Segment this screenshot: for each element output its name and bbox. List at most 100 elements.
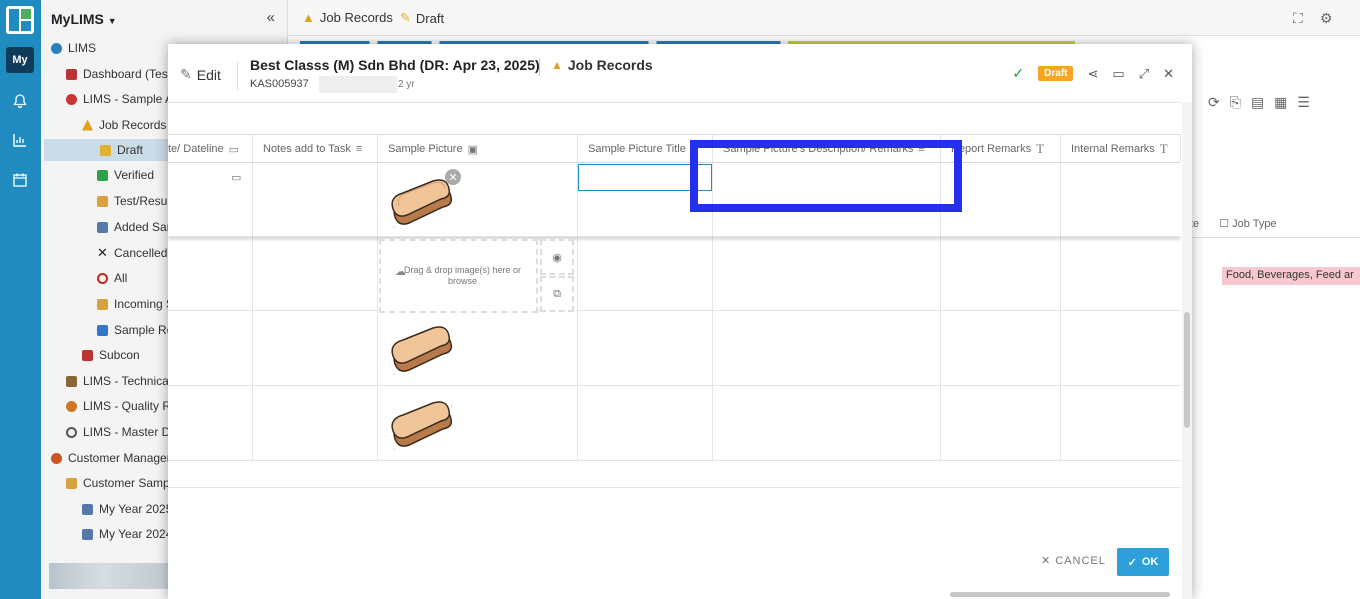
sidebar-item-added-samples[interactable]: Added Sam bbox=[97, 216, 177, 238]
bar-chart-icon bbox=[82, 503, 93, 515]
vertical-scrollbar[interactable] bbox=[1182, 102, 1192, 599]
bar-chart-icon bbox=[82, 528, 93, 540]
org-chart-icon[interactable]: ⛶ bbox=[1293, 10, 1303, 27]
column-sample-picture[interactable]: Sample Picture ▣ bbox=[378, 135, 578, 163]
checklist-icon[interactable]: ☰ bbox=[1297, 94, 1310, 111]
check-circle-icon: ✓ bbox=[1012, 65, 1025, 81]
check-icon: ✓ bbox=[1127, 556, 1137, 569]
share-icon[interactable]: ⋖ bbox=[1087, 66, 1098, 82]
sidebar-item-all[interactable]: All bbox=[97, 267, 127, 289]
sidebar-item-draft[interactable]: Draft bbox=[44, 139, 168, 161]
table-row[interactable] bbox=[168, 311, 1181, 386]
camera-icon: ◉ bbox=[552, 251, 562, 264]
table-row[interactable] bbox=[168, 386, 1181, 461]
sidebar-item-dashboard[interactable]: Dashboard (Testi bbox=[66, 63, 174, 85]
top-bar: ▲ Job Records ✎ Draft ⛶ ⚙ bbox=[288, 0, 1360, 36]
image-icon bbox=[97, 221, 108, 233]
collapse-sidebar-icon[interactable]: « bbox=[267, 9, 275, 26]
grid-header: te/ Dateline ▭ Notes add to Task ≡ Sample … bbox=[168, 135, 1181, 163]
chevron-down-icon: ▼ bbox=[107, 16, 117, 26]
sidebar-item-sample-report[interactable]: Sample Re bbox=[97, 319, 173, 341]
magnet-icon bbox=[66, 93, 77, 105]
tools-icon bbox=[66, 375, 77, 387]
paste-button[interactable]: ⧉ bbox=[540, 276, 574, 312]
sidebar-item-master-data[interactable]: LIMS - Master Da bbox=[66, 421, 177, 443]
my-workspace-button[interactable]: My bbox=[6, 47, 34, 73]
edit-label: ✎ Edit bbox=[180, 66, 221, 83]
calendar-icon: ▭ bbox=[228, 143, 240, 156]
horizontal-scrollbar[interactable] bbox=[168, 589, 1181, 599]
modal-actions: ✓ Draft ⋖ ▭ ⤢ ✕ bbox=[1012, 65, 1174, 82]
sidebar-item-cancelled[interactable]: ✕ Cancelled bbox=[97, 242, 167, 264]
chart-icon[interactable] bbox=[11, 131, 29, 149]
app-title[interactable]: MyLIMS ▼ bbox=[51, 11, 117, 27]
copy-icon: ⧉ bbox=[553, 287, 561, 300]
refresh-icon[interactable]: ⟳ bbox=[1208, 94, 1220, 111]
ok-button[interactable]: ✓ OK bbox=[1117, 548, 1169, 576]
edit-modal: ✎ Edit Best Classs (M) Sdn Bhd (DR: Apr 2… bbox=[168, 44, 1192, 599]
comment-icon[interactable]: ▭ bbox=[1112, 66, 1124, 82]
calendar-icon[interactable] bbox=[11, 171, 29, 189]
calendar-add-icon[interactable]: ▦ bbox=[1274, 94, 1287, 111]
globe-icon bbox=[51, 42, 62, 54]
sidebar-item-my-year-2025[interactable]: My Year 2025 bbox=[82, 498, 172, 520]
sidebar-item-lims[interactable]: LIMS bbox=[51, 37, 96, 59]
draft-icon bbox=[100, 144, 111, 156]
gear-icon[interactable]: ⚙ bbox=[1320, 10, 1333, 27]
chart-icon[interactable]: ▤ bbox=[1251, 94, 1264, 111]
sidebar-item-subcon[interactable]: Subcon bbox=[82, 344, 140, 366]
table-row[interactable] bbox=[168, 237, 1181, 311]
sidebar-item-my-year-2024[interactable]: My Year 2024 bbox=[82, 523, 172, 545]
text-type-icon: T bbox=[1159, 141, 1168, 156]
status-badge: Draft bbox=[1038, 66, 1074, 81]
column-internal-remarks[interactable]: Internal Remarks T bbox=[1061, 135, 1181, 163]
job-type-chip: Food, Beverages, Feed ar bbox=[1222, 267, 1360, 285]
column-dateline[interactable]: te/ Dateline ▭ bbox=[168, 135, 253, 163]
sidebar-item-quality[interactable]: LIMS - Quality Re bbox=[66, 395, 178, 417]
text-type-icon: T bbox=[1036, 141, 1045, 156]
camera-button[interactable]: ◉ bbox=[540, 239, 574, 275]
expand-icon[interactable]: ⤢ bbox=[1139, 66, 1149, 82]
column-notes[interactable]: Notes add to Task ≡ bbox=[253, 135, 378, 163]
job-records-icon bbox=[82, 119, 93, 131]
background-table-header: te ☐ Job Type bbox=[1186, 210, 1360, 238]
job-records-icon: ▲ bbox=[302, 10, 315, 25]
export-icon[interactable]: ⎘ bbox=[1230, 94, 1241, 111]
sidebar-item-job-records[interactable]: Job Records bbox=[82, 114, 166, 136]
sidebar-item-test-results[interactable]: Test/Resul bbox=[97, 190, 170, 212]
text-lines-icon: ≡ bbox=[355, 143, 363, 155]
bell-icon[interactable] bbox=[11, 92, 29, 110]
image-icon: ▣ bbox=[467, 143, 478, 156]
module-label: ▲ Job Records bbox=[551, 57, 653, 73]
scroll-icon bbox=[97, 195, 108, 207]
close-icon: ✕ bbox=[97, 245, 108, 260]
sidebar-item-incoming-samples[interactable]: Incoming S bbox=[97, 293, 174, 315]
sample-picture-bread[interactable] bbox=[383, 320, 461, 380]
left-rail: My bbox=[0, 0, 41, 599]
report-icon bbox=[97, 324, 108, 336]
sidebar-item-customer-sample[interactable]: Customer Sample bbox=[66, 472, 179, 494]
breadcrumb-job-records[interactable]: ▲ Job Records bbox=[302, 10, 393, 25]
sidebar-item-technical[interactable]: LIMS - Technical bbox=[66, 370, 171, 392]
remove-image-button[interactable]: ✕ bbox=[445, 169, 461, 185]
sidebar-item-verified[interactable]: Verified bbox=[97, 164, 154, 186]
close-icon: ✕ bbox=[1041, 555, 1052, 567]
flower-icon bbox=[66, 400, 77, 412]
blurred-user bbox=[319, 76, 397, 93]
gear-icon bbox=[66, 426, 77, 438]
sidebar-item-sample-acceptance[interactable]: LIMS - Sample Ac bbox=[66, 88, 179, 110]
edit-icon: ✎ bbox=[180, 66, 192, 82]
calendar-icon[interactable]: ▭ bbox=[231, 171, 241, 184]
breadcrumb-draft[interactable]: ✎ Draft bbox=[400, 10, 444, 26]
background-toolbar: ⟳ ⎘ ▤ ▦ ☰ bbox=[1208, 94, 1310, 111]
modal-title: Best Classs (M) Sdn Bhd (DR: Apr 23, 202… bbox=[250, 57, 540, 73]
cancel-button[interactable]: ✕ CANCEL bbox=[1041, 554, 1106, 568]
image-dropzone[interactable]: ☁ Drag & drop image(s) here or browse bbox=[379, 239, 538, 313]
scroll-icon bbox=[66, 477, 77, 489]
sidebar-item-customer-management[interactable]: Customer Managem bbox=[51, 447, 177, 469]
checkbox-icon bbox=[97, 169, 108, 181]
close-icon[interactable]: ✕ bbox=[1163, 66, 1174, 82]
dashboard-icon bbox=[66, 68, 77, 80]
sample-picture-bread[interactable] bbox=[383, 395, 461, 455]
app-logo-icon[interactable] bbox=[6, 6, 34, 34]
